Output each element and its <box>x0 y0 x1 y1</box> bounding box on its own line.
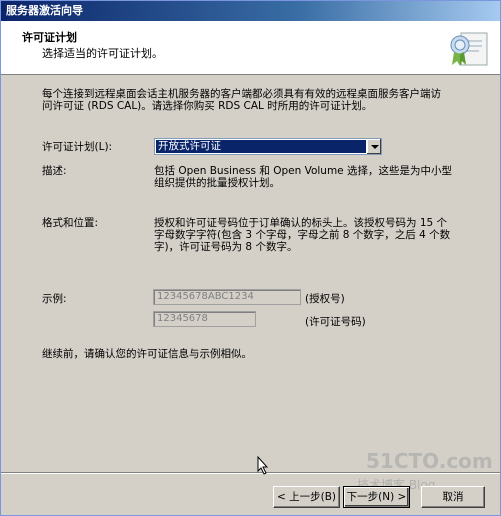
intro-text: 每个连接到远程桌面会话主机服务器的客户端都必须具有有效的远程桌面服务客户端访问许… <box>42 88 441 112</box>
auth-number-hint: (授权号) <box>305 293 345 305</box>
wizard-header: 许可证计划 选择适当的许可证计划。 <box>1 21 500 75</box>
page-subtitle: 选择适当的许可证计划。 <box>42 47 163 60</box>
wizard-window: 服务器激活向导 许可证计划 选择适当的许可证计划。 每个连接到远程桌面会话主机服… <box>0 0 501 516</box>
certificate-icon <box>450 32 488 66</box>
format-label: 格式和位置: <box>42 217 99 229</box>
plan-select[interactable]: 开放式许可证 <box>154 138 382 155</box>
license-number-hint: (许可证号码) <box>305 316 366 328</box>
window-title: 服务器激活向导 <box>1 1 500 21</box>
chevron-down-icon[interactable] <box>366 139 381 154</box>
cancel-button[interactable]: 取消 <box>421 486 485 508</box>
description-label: 描述: <box>42 165 67 177</box>
example-label: 示例: <box>42 293 67 305</box>
watermark-site: 51CTO.com <box>366 449 493 473</box>
description-text: 包括 Open Business 和 Open Volume 选择，这些是为中小… <box>154 165 452 189</box>
page-title: 许可证计划 <box>22 31 77 44</box>
auth-number-field: 12345678ABC1234 <box>153 289 301 305</box>
format-text: 授权和许可证号码位于订单确认的标头上。该授权号码为 15 个字母数字字符(包含 … <box>154 217 451 253</box>
next-button[interactable]: 下一步(N) > <box>343 486 410 508</box>
plan-selected-value: 开放式许可证 <box>156 140 366 153</box>
license-number-field: 12345678 <box>153 311 256 327</box>
wizard-content: 每个连接到远程桌面会话主机服务器的客户端都必须具有有效的远程桌面服务客户端访问许… <box>1 76 500 471</box>
mouse-cursor-icon <box>257 456 269 475</box>
plan-label: 许可证计划(L): <box>42 141 113 153</box>
confirm-text: 继续前，请确认您的许可证信息与示例相似。 <box>42 348 252 360</box>
back-button[interactable]: < 上一步(B) <box>273 486 340 508</box>
